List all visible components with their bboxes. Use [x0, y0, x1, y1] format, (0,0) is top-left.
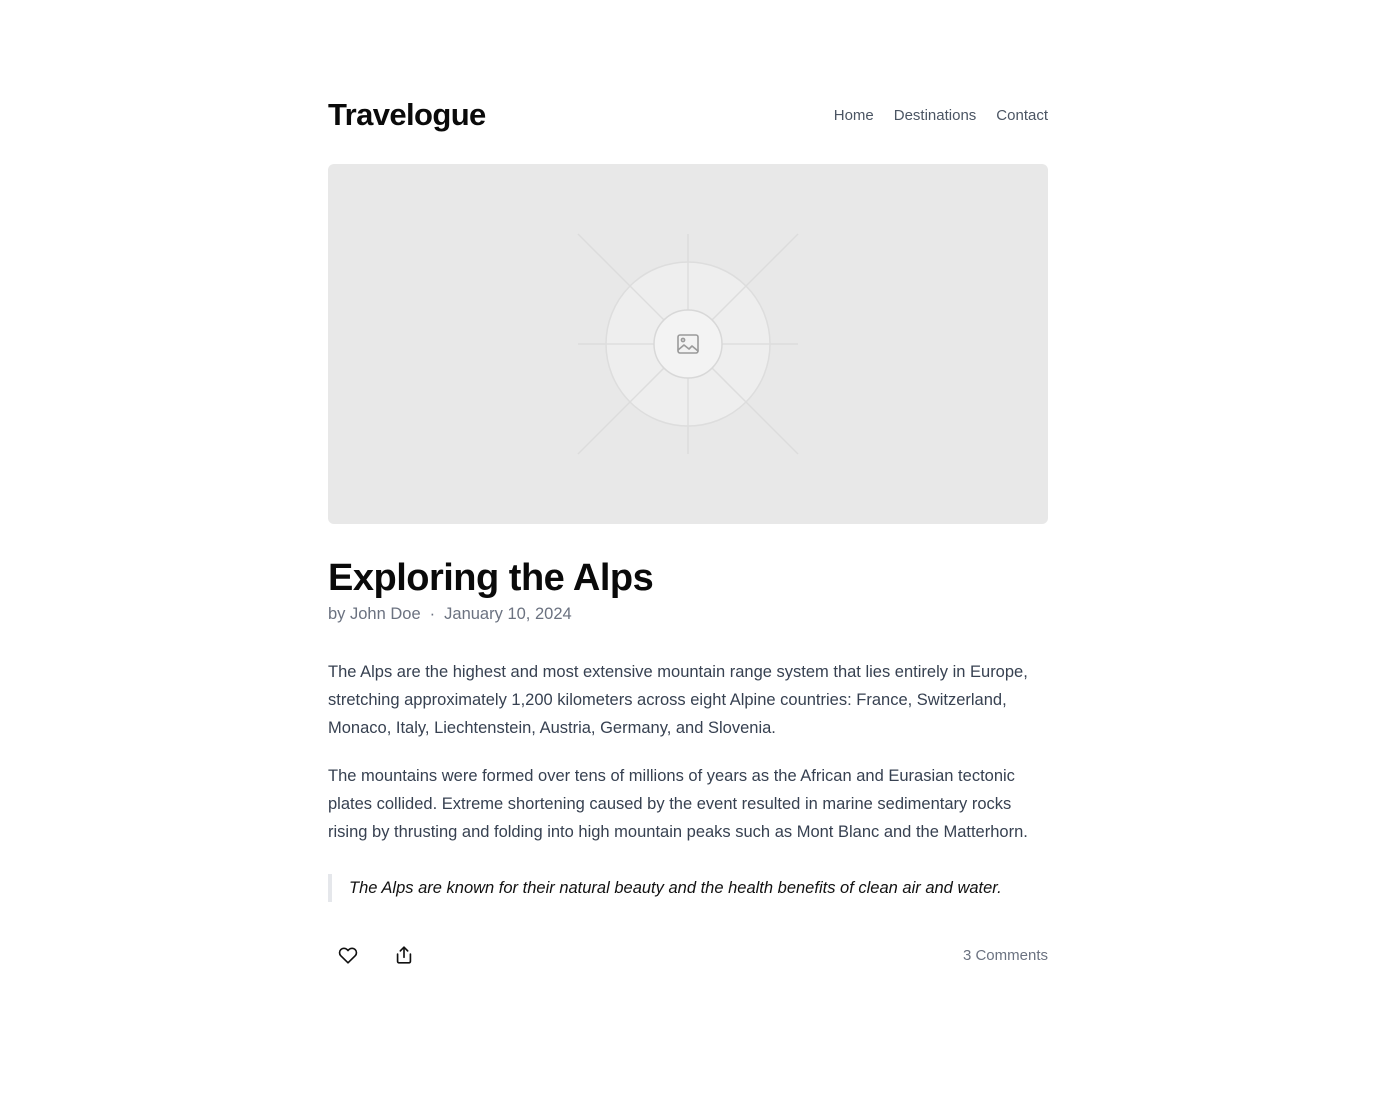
site-header: Travelogue Home Destinations Contact: [328, 96, 1048, 134]
post-paragraph: The mountains were formed over tens of m…: [328, 767, 1028, 841]
site-logo[interactable]: Travelogue: [328, 97, 486, 133]
like-button[interactable]: [328, 940, 368, 970]
main-nav: Home Destinations Contact: [834, 107, 1048, 124]
share-icon: [396, 946, 412, 964]
post-title: Exploring the Alps: [328, 557, 654, 599]
nav-link-destinations[interactable]: Destinations: [894, 107, 977, 124]
comments-link[interactable]: 3 Comments: [963, 947, 1048, 964]
action-buttons: [328, 940, 424, 970]
heart-icon: [338, 947, 358, 964]
nav-link-contact[interactable]: Contact: [996, 107, 1048, 124]
post-date: January 10, 2024: [444, 605, 572, 623]
nav-link-home[interactable]: Home: [834, 107, 874, 124]
share-button[interactable]: [384, 940, 424, 970]
hero-image-placeholder: [328, 164, 1048, 524]
post-meta: by John Doe · January 10, 2024: [328, 605, 1048, 624]
page: Travelogue Home Destinations Contact Exp…: [328, 0, 1048, 970]
post-actions: 3 Comments: [328, 940, 1048, 970]
placeholder-graphic: [577, 233, 799, 455]
meta-separator: ·: [429, 605, 436, 623]
post-author: by John Doe: [328, 605, 421, 623]
post-paragraph: The Alps are the highest and most extens…: [328, 663, 1028, 737]
pull-quote: The Alps are known for their natural bea…: [328, 874, 1048, 902]
post-body: The Alps are the highest and most extens…: [328, 658, 1048, 846]
